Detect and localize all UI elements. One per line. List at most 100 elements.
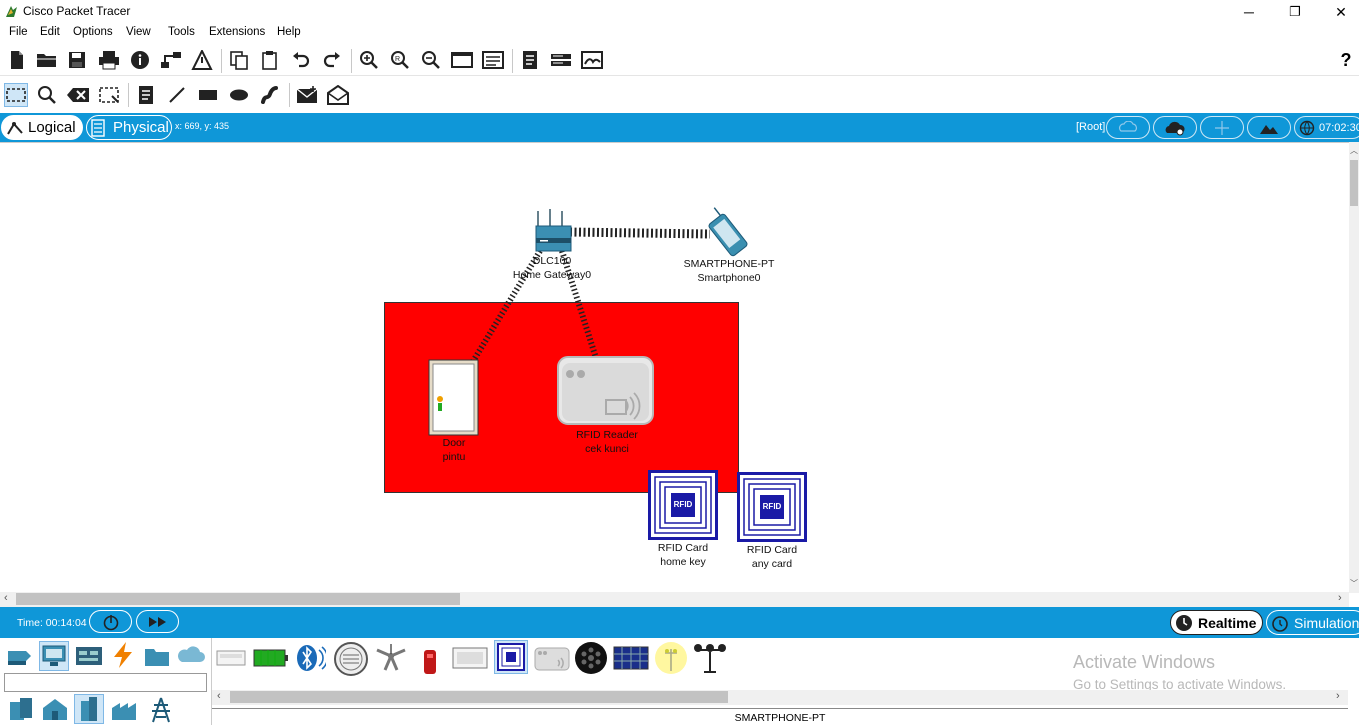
vertical-scroll-thumb[interactable] — [1350, 160, 1358, 206]
info-icon[interactable] — [128, 48, 152, 72]
end-devices-category-icon[interactable] — [39, 641, 69, 671]
multiuser-category-icon[interactable] — [176, 643, 206, 669]
menu-file[interactable]: File — [9, 26, 28, 38]
power-cycle-button[interactable] — [89, 610, 132, 633]
new-cluster-button[interactable] — [1106, 116, 1150, 139]
restore-button[interactable]: ❐ — [1272, 0, 1318, 24]
copy-icon[interactable] — [227, 48, 251, 72]
draw-line-icon[interactable] — [165, 83, 189, 107]
zoom-reset-icon[interactable]: R — [388, 48, 412, 72]
menu-view[interactable]: View — [126, 26, 151, 38]
scroll-left-arrow-icon[interactable]: ‹ — [4, 592, 8, 604]
paste-icon[interactable] — [258, 48, 282, 72]
palette-scroll-right-icon[interactable]: › — [1336, 690, 1340, 702]
co-detector-thumbnail[interactable] — [333, 641, 369, 677]
smartphone-device-icon[interactable] — [702, 205, 749, 257]
draw-rectangle-icon[interactable] — [196, 83, 220, 107]
zoom-in-icon[interactable] — [357, 48, 381, 72]
device-search-field[interactable] — [4, 673, 207, 692]
open-folder-icon[interactable] — [35, 48, 59, 72]
custom-device-icon[interactable] — [481, 48, 505, 72]
physical-tab[interactable]: Physical — [86, 115, 172, 140]
fast-forward-icon — [148, 616, 166, 627]
network-devices-category-icon[interactable] — [6, 643, 34, 669]
move-object-button[interactable] — [1200, 116, 1244, 139]
print-icon[interactable] — [97, 48, 121, 72]
activity-wizard-icon[interactable] — [190, 48, 214, 72]
door-device-icon[interactable] — [428, 359, 479, 436]
rfid-reader-device-icon[interactable] — [557, 356, 654, 425]
close-button[interactable]: ✕ — [1318, 0, 1359, 24]
weather-sensor-thumbnail[interactable] — [692, 642, 728, 674]
inspect-tool-icon[interactable] — [35, 83, 59, 107]
redo-icon[interactable] — [320, 48, 344, 72]
realtime-label: Realtime — [1198, 614, 1257, 631]
fast-forward-button[interactable] — [136, 610, 179, 633]
device-template-icon[interactable] — [549, 48, 573, 72]
vertical-scrollbar[interactable]: ︿ ﹀ — [1349, 142, 1359, 593]
palette-scroll-left-icon[interactable]: ‹ — [217, 690, 221, 702]
fire-sensor-thumbnail[interactable] — [422, 648, 438, 676]
smart-panel-thumbnail[interactable] — [452, 646, 488, 670]
menu-tools[interactable]: Tools — [168, 26, 195, 38]
menu-help[interactable]: Help — [277, 26, 301, 38]
battery-thumbnail[interactable] — [253, 646, 289, 670]
help-button[interactable]: ? — [1334, 48, 1358, 72]
cluster-cloud-button[interactable] — [1153, 116, 1197, 139]
horizontal-scrollbar[interactable]: ‹ › — [0, 592, 1349, 607]
zoom-out-icon[interactable] — [419, 48, 443, 72]
rfid-reader-thumbnail[interactable] — [534, 646, 570, 672]
power-grid-category-icon[interactable] — [146, 696, 176, 724]
delete-tool-icon[interactable] — [66, 83, 90, 107]
street-lamp-thumbnail[interactable] — [654, 641, 688, 675]
smart-home-category-icon[interactable] — [40, 696, 70, 722]
undo-icon[interactable] — [289, 48, 313, 72]
speaker-thumbnail[interactable] — [574, 641, 608, 675]
new-file-icon[interactable] — [5, 48, 29, 72]
bluetooth-speaker-thumbnail[interactable] — [294, 642, 329, 674]
scroll-down-arrow-icon[interactable]: ﹀ — [1350, 578, 1358, 589]
ceiling-fan-thumbnail[interactable] — [373, 642, 409, 674]
viewport-icon[interactable] — [580, 48, 604, 72]
palette-scrollbar[interactable]: ‹ › — [212, 690, 1348, 705]
components-category-icon[interactable] — [74, 643, 104, 669]
drawing-palette-icon[interactable] — [450, 48, 474, 72]
logical-tab[interactable]: Logical — [1, 115, 83, 140]
set-background-button[interactable] — [1247, 116, 1291, 139]
industrial-category-icon[interactable] — [110, 696, 140, 722]
iot-devices-category-icon[interactable] — [6, 696, 36, 722]
save-icon[interactable] — [65, 48, 89, 72]
menu-options[interactable]: Options — [73, 26, 113, 38]
network-info-icon[interactable] — [159, 48, 183, 72]
realtime-mode-button[interactable]: Realtime — [1170, 610, 1263, 635]
smart-city-category-icon[interactable] — [74, 694, 104, 724]
scroll-up-arrow-icon[interactable]: ︿ — [1350, 145, 1358, 156]
rfid-card-thumbnail[interactable] — [494, 640, 528, 674]
rfid-reader-name: cek kunci — [585, 443, 629, 455]
smart-device-thumbnail[interactable] — [216, 646, 246, 670]
logical-workspace[interactable]: RFID RFID DLC100 Home Gateway0 SMARTPHON… — [0, 142, 1349, 592]
connections-category-icon[interactable] — [109, 641, 137, 669]
solar-panel-thumbnail[interactable] — [613, 644, 649, 672]
door-name: pintu — [442, 451, 466, 463]
add-complex-pdu-icon[interactable] — [326, 83, 350, 107]
notes-icon[interactable] — [518, 48, 542, 72]
freeform-draw-icon[interactable] — [258, 83, 282, 107]
select-tool-icon[interactable] — [4, 83, 28, 107]
scroll-right-arrow-icon[interactable]: › — [1338, 592, 1342, 604]
draw-ellipse-icon[interactable] — [227, 83, 251, 107]
toolbar-separator — [128, 83, 129, 107]
home-gateway-device-icon[interactable] — [535, 209, 572, 252]
resize-shape-icon[interactable] — [97, 83, 121, 107]
place-note-icon[interactable] — [134, 83, 158, 107]
miscellaneous-category-icon[interactable] — [143, 643, 171, 669]
palette-scroll-thumb[interactable] — [230, 691, 728, 703]
menu-edit[interactable]: Edit — [40, 26, 60, 38]
viewport-clock[interactable]: 07:02:30 — [1294, 116, 1359, 139]
menu-bar: File Edit Options View Tools Extensions … — [0, 24, 1359, 42]
simulation-mode-button[interactable]: Simulation — [1266, 610, 1359, 635]
horizontal-scroll-thumb[interactable] — [16, 593, 460, 605]
add-simple-pdu-icon[interactable] — [295, 83, 319, 107]
menu-extensions[interactable]: Extensions — [209, 26, 265, 38]
minimize-button[interactable]: ─ — [1226, 0, 1272, 24]
